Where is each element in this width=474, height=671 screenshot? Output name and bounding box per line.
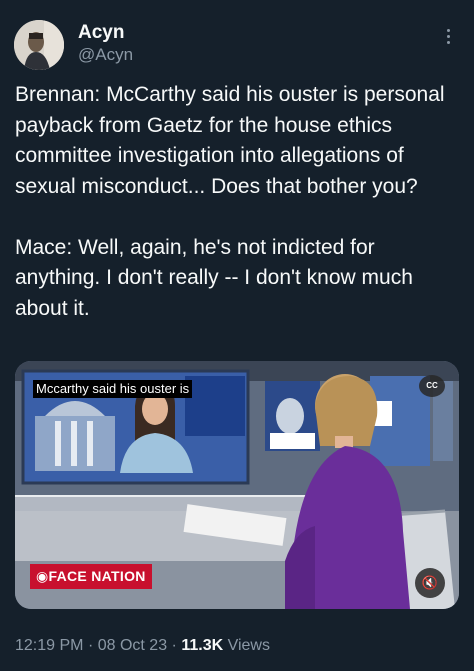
logo-text: FACE NATION	[48, 568, 146, 584]
tweet-text: Brennan: McCarthy said his ouster is per…	[15, 83, 445, 320]
video-caption: Mccarthy said his ouster is	[33, 380, 193, 398]
video-player[interactable]: Mccarthy said his ouster is CC ◉FACE NAT…	[15, 361, 459, 609]
author-handle[interactable]: @Acyn	[78, 45, 133, 65]
more-options-icon[interactable]	[440, 26, 456, 50]
face-the-nation-logo: ◉FACE NATION	[30, 564, 152, 589]
meta-separator: ·	[171, 637, 177, 654]
closed-captions-button[interactable]: CC	[419, 375, 445, 397]
views-count: 11.3K	[181, 637, 224, 654]
author-name[interactable]: Acyn	[78, 22, 124, 44]
tweet-time[interactable]: 12:19 PM	[15, 637, 83, 654]
tweet-date[interactable]: 08 Oct 23	[98, 637, 167, 654]
meta-separator: ·	[87, 637, 94, 654]
avatar-image	[14, 20, 64, 70]
avatar[interactable]	[14, 20, 64, 70]
tweet-metadata: 12:19 PM · 08 Oct 23 · 11.3K Views	[15, 637, 270, 655]
views-label: Views	[227, 637, 270, 654]
volume-mute-icon[interactable]: 🔇	[415, 568, 445, 598]
